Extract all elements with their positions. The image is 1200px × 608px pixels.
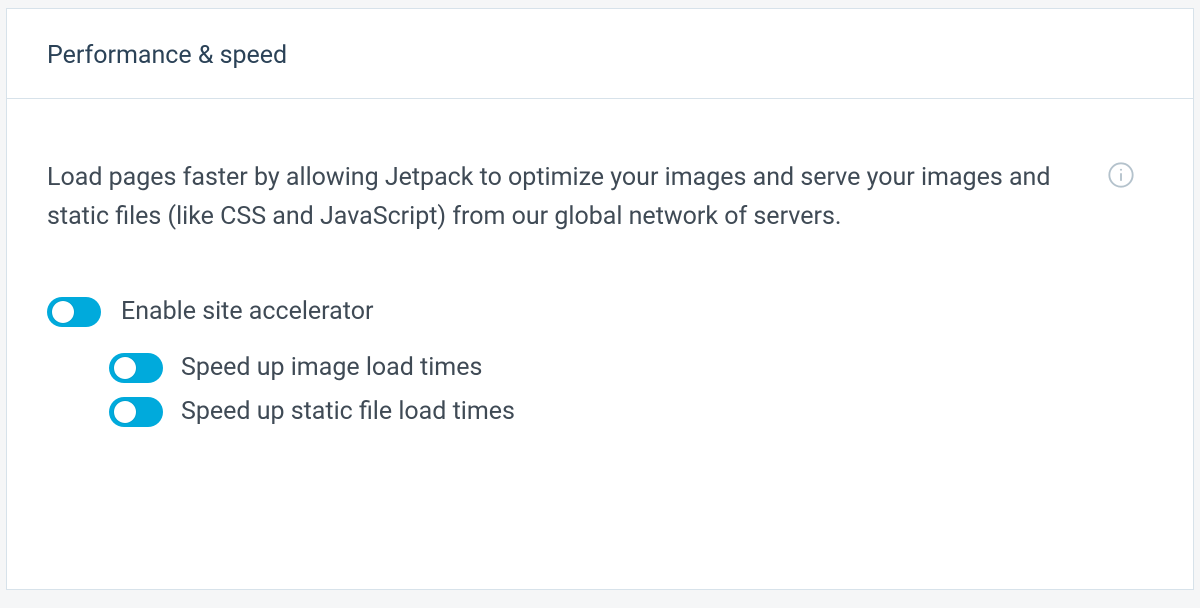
toggle-row-speed-images: Speed up image load times (109, 353, 1153, 383)
toggle-row-enable-accelerator: Enable site accelerator (47, 297, 1153, 327)
toggle-row-speed-static: Speed up static file load times (109, 397, 1153, 427)
info-icon[interactable] (1107, 161, 1135, 189)
card-header: Performance & speed (7, 9, 1193, 99)
toggle-knob (114, 401, 136, 423)
toggle-speed-images[interactable] (109, 353, 163, 383)
toggle-label-speed-static: Speed up static file load times (181, 397, 515, 426)
toggle-enable-accelerator[interactable] (47, 297, 101, 327)
section-title: Performance & speed (47, 41, 1153, 70)
toggle-knob (114, 357, 136, 379)
performance-card: Performance & speed Load pages faster by… (6, 8, 1194, 590)
toggles-group: Enable site accelerator Speed up image l… (47, 297, 1153, 427)
toggle-knob (52, 301, 74, 323)
section-description: Load pages faster by allowing Jetpack to… (47, 159, 1087, 237)
toggle-speed-static[interactable] (109, 397, 163, 427)
card-body: Load pages faster by allowing Jetpack to… (7, 99, 1193, 481)
toggle-label-speed-images: Speed up image load times (181, 353, 482, 382)
toggle-label-enable-accelerator: Enable site accelerator (121, 297, 373, 326)
description-row: Load pages faster by allowing Jetpack to… (47, 159, 1153, 237)
